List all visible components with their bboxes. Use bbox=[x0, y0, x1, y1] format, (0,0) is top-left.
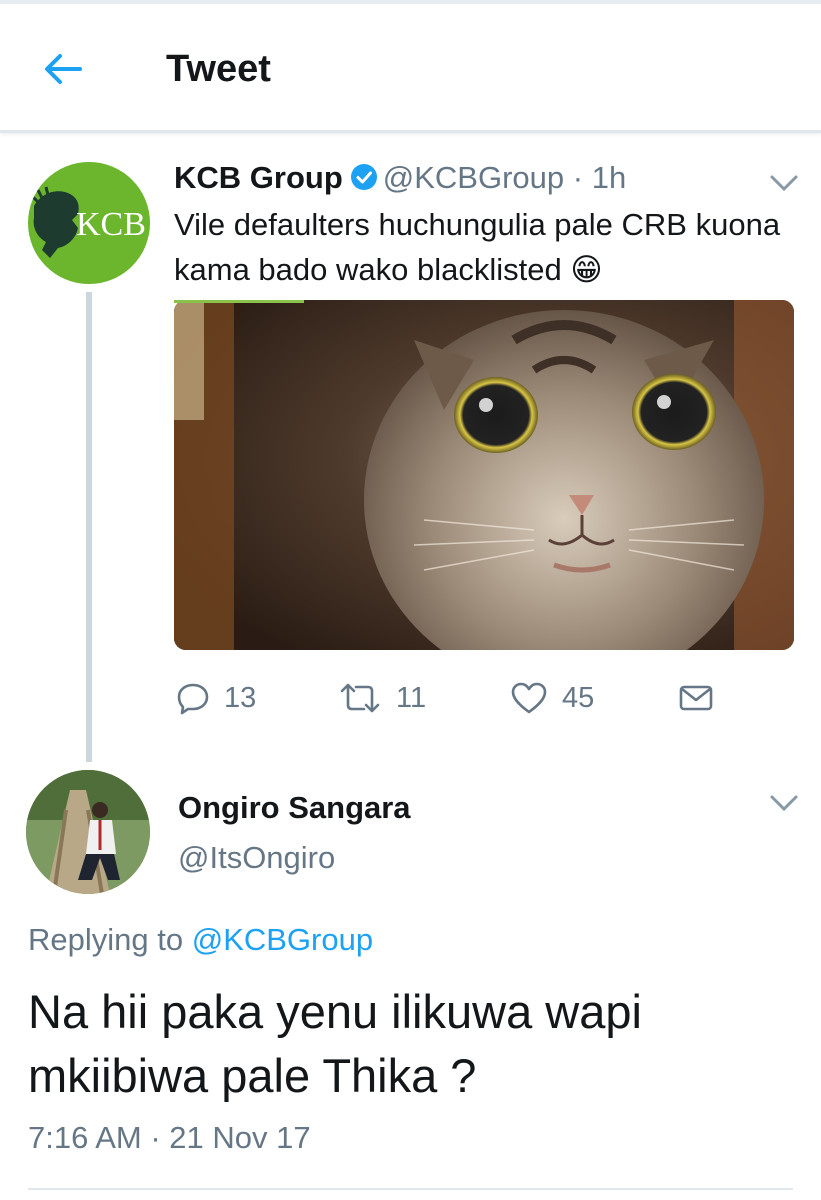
retweet-count: 11 bbox=[396, 681, 427, 714]
like-button[interactable]: 45 bbox=[510, 676, 594, 720]
verified-badge-icon bbox=[349, 162, 379, 200]
share-button[interactable] bbox=[678, 676, 714, 720]
reply-count: 13 bbox=[224, 681, 257, 714]
reply-author-name[interactable]: Ongiro Sangara bbox=[178, 790, 411, 826]
author-name[interactable]: KCB Group bbox=[174, 160, 343, 195]
kcb-logo-text: KCB bbox=[76, 206, 146, 243]
replying-to-link[interactable]: @KCBGroup bbox=[192, 922, 373, 957]
media-load-bar bbox=[174, 300, 304, 303]
reply-author-handle[interactable]: @ItsOngiro bbox=[178, 840, 335, 876]
chevron-down-icon bbox=[770, 175, 798, 192]
reply-menu-button[interactable] bbox=[764, 788, 804, 818]
kcb-logo: KCB bbox=[30, 186, 146, 258]
retweet-button[interactable]: 11 bbox=[338, 676, 426, 720]
tweet-text: Vile defaulters huchungulia pale CRB kuo… bbox=[174, 207, 781, 287]
like-icon bbox=[511, 682, 547, 714]
tweet-header: KCB Group @KCBGroup · 1h bbox=[174, 160, 626, 200]
time-separator: · bbox=[572, 160, 584, 195]
avatar[interactable]: KCB bbox=[28, 162, 150, 284]
tweet-menu-button[interactable] bbox=[764, 168, 804, 198]
back-button[interactable] bbox=[36, 46, 92, 92]
cat-photo bbox=[174, 300, 794, 650]
divider bbox=[28, 1188, 793, 1190]
author-handle[interactable]: @KCBGroup bbox=[383, 160, 564, 195]
share-icon bbox=[679, 685, 713, 711]
reply-timestamp: 7:16 AM · 21 Nov 17 bbox=[28, 1120, 311, 1155]
back-arrow-icon bbox=[45, 54, 82, 84]
reply-text: Na hii paka yenu ilikuwa wapi mkiibiwa p… bbox=[28, 985, 642, 1102]
reply-button[interactable]: 13 bbox=[176, 676, 256, 720]
retweet-icon bbox=[340, 683, 380, 713]
avatar[interactable] bbox=[26, 770, 150, 894]
reply-icon bbox=[177, 683, 209, 715]
tweet-photo[interactable] bbox=[174, 300, 794, 650]
chevron-down-icon bbox=[770, 795, 798, 812]
replying-to: Replying to @KCBGroup bbox=[28, 922, 373, 958]
avatar-photo bbox=[26, 770, 150, 894]
tweet-actions: 13 11 45 bbox=[0, 676, 821, 720]
page-title: Tweet bbox=[166, 48, 271, 90]
app-header: Tweet bbox=[0, 4, 821, 133]
tweet-time: 1h bbox=[591, 160, 627, 195]
replying-prefix: Replying to bbox=[28, 922, 184, 957]
like-count: 45 bbox=[562, 681, 595, 714]
